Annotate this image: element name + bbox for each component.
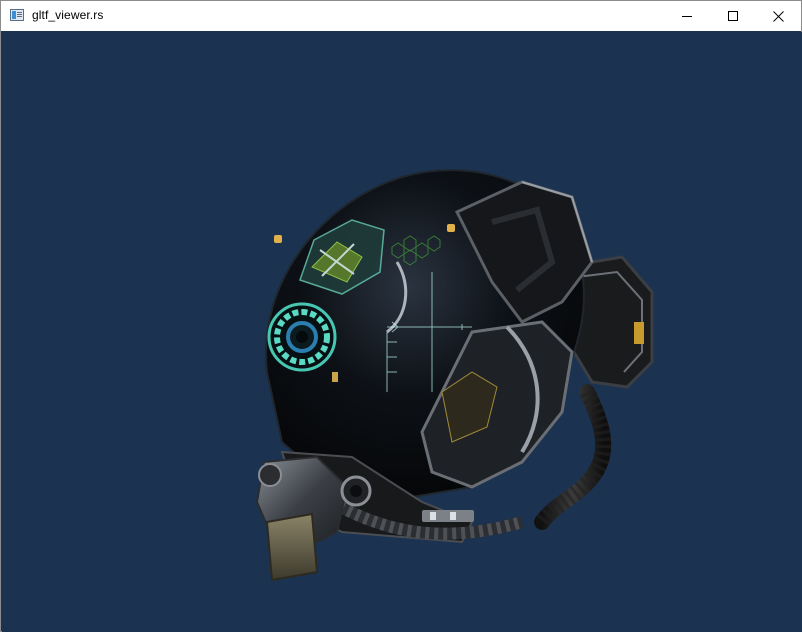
app-icon[interactable]	[10, 9, 24, 21]
maximize-button[interactable]	[710, 1, 756, 31]
minimize-icon	[682, 16, 692, 17]
app-window: gltf_viewer.rs	[0, 0, 802, 632]
close-icon	[772, 10, 784, 22]
window-title: gltf_viewer.rs	[32, 8, 104, 22]
helmet-model[interactable]	[2, 32, 802, 632]
minimize-button[interactable]	[664, 1, 710, 31]
title-bar[interactable]: gltf_viewer.rs	[1, 1, 801, 31]
render-viewport[interactable]	[2, 32, 802, 632]
maximize-icon	[728, 11, 738, 21]
close-button[interactable]	[755, 1, 801, 31]
